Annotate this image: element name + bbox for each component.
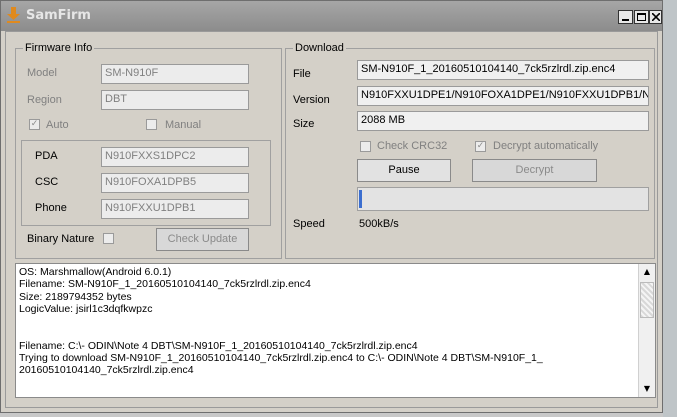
csc-label: CSC: [35, 176, 59, 188]
minimize-button[interactable]: [618, 10, 633, 24]
manual-checkbox[interactable]: [146, 119, 157, 130]
scroll-thumb[interactable]: [640, 282, 654, 318]
file-label: File: [293, 68, 311, 80]
log-line: 20160510104140_7ck5rzlrdl.zip.enc4: [19, 364, 194, 377]
version-field: N910FXXU1DPE1/N910FOXA1DPE1/N910FXXU1DPB…: [357, 86, 649, 106]
check-crc32-label: Check CRC32: [377, 140, 448, 152]
binary-nature-checkbox[interactable]: [103, 233, 114, 244]
download-legend: Download: [293, 42, 346, 54]
pda-label: PDA: [35, 150, 58, 162]
pda-field: N910FXXS1DPC2: [101, 147, 249, 167]
firmware-info-legend: Firmware Info: [23, 42, 95, 54]
progress-fill: [359, 190, 362, 208]
download-progress-bar: [357, 187, 649, 211]
model-label: Model: [27, 67, 57, 79]
phone-label: Phone: [35, 202, 67, 214]
log-textbox[interactable]: OS: Marshmallow(Android 6.0.1) Filename: …: [15, 263, 656, 398]
scroll-up-arrow-icon[interactable]: ▲: [639, 264, 655, 280]
log-line: LogicValue: jsirl1c3dqfkwpzc: [19, 302, 153, 315]
auto-checkbox[interactable]: ✓: [29, 119, 40, 130]
maximize-icon: [637, 13, 646, 21]
speed-label: Speed: [293, 218, 325, 230]
version-label: Version: [293, 94, 330, 106]
window-title: SamFirm: [26, 8, 91, 23]
log-line: Trying to download SM-N910F_1_2016051010…: [19, 352, 543, 365]
maximize-button[interactable]: [634, 10, 649, 24]
title-bar[interactable]: SamFirm: [1, 1, 662, 31]
minimize-icon: [622, 19, 629, 21]
file-field: SM-N910F_1_20160510104140_7ck5rzlrdl.zip…: [357, 60, 649, 80]
log-line: Filename: C:\- ODIN\Note 4 DBT\SM-N910F_…: [19, 339, 418, 352]
log-text: OS: Marshmallow(Android 6.0.1) Filename: …: [19, 266, 635, 377]
auto-label: Auto: [46, 119, 69, 131]
csc-field: N910FOXA1DPB5: [101, 173, 249, 193]
pause-button[interactable]: Pause: [357, 159, 451, 182]
log-line: OS: Marshmallow(Android 6.0.1): [19, 266, 172, 278]
manual-label: Manual: [165, 119, 202, 131]
size-label: Size: [293, 118, 315, 130]
close-icon: [652, 13, 660, 21]
background-strip: [663, 0, 677, 417]
samfirm-window: SamFirm Firmware Info Model SM-N910F Reg…: [0, 0, 663, 413]
close-button[interactable]: [649, 10, 662, 24]
log-scrollbar[interactable]: ▲ ▼: [638, 264, 655, 397]
size-field: 2088 MB: [357, 111, 649, 131]
check-crc32-checkbox[interactable]: [360, 141, 371, 152]
model-field: SM-N910F: [101, 64, 249, 84]
region-field: DBT: [101, 90, 249, 110]
check-update-button[interactable]: Check Update: [156, 228, 249, 251]
decrypt-button[interactable]: Decrypt: [472, 159, 597, 182]
log-line: Filename: SM-N910F_1_20160510104140_7ck5…: [19, 278, 311, 291]
log-line: Size: 2189794352 bytes: [19, 290, 132, 303]
download-arrow-icon: [7, 7, 20, 23]
scroll-down-arrow-icon[interactable]: ▼: [639, 381, 655, 397]
binary-nature-label: Binary Nature: [27, 233, 95, 245]
phone-field: N910FXXU1DPB1: [101, 199, 249, 219]
region-label: Region: [27, 94, 62, 106]
decrypt-automatically-label: Decrypt automatically: [493, 140, 599, 152]
speed-value: 500kB/s: [359, 218, 399, 230]
decrypt-automatically-checkbox[interactable]: ✓: [475, 141, 486, 152]
